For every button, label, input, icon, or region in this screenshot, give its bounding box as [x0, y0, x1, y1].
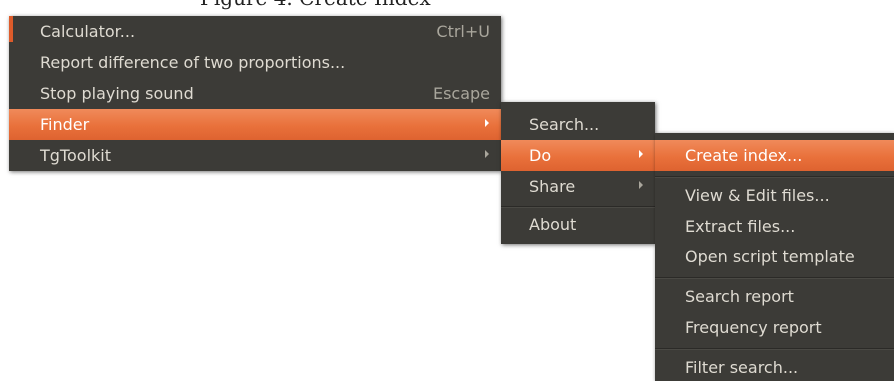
- menu-item-label: Create index...: [685, 146, 803, 165]
- menu-item-finder[interactable]: Finder: [9, 109, 501, 140]
- figure-caption: Figure 4. Create Index: [200, 0, 720, 10]
- menu-item-label: Open script template: [685, 247, 855, 266]
- menu-item-label: About: [529, 215, 577, 234]
- do-submenu: Create index... View & Edit files... Ext…: [655, 133, 894, 381]
- menu-item-label: Share: [529, 177, 576, 196]
- menu-item-filter-search[interactable]: Filter search...: [655, 352, 894, 381]
- menu-item-label: Extract files...: [685, 217, 796, 236]
- submenu-arrow-icon: [485, 150, 489, 158]
- submenu-arrow-icon: [639, 181, 643, 189]
- menu-item-view-edit-files[interactable]: View & Edit files...: [655, 180, 894, 211]
- menu-separator: [655, 176, 894, 178]
- submenu-arrow-icon: [639, 150, 643, 158]
- menu-item-search-report[interactable]: Search report: [655, 281, 894, 312]
- main-menu: Calculator... Ctrl+U Report difference o…: [9, 16, 501, 171]
- menu-item-report-difference[interactable]: Report difference of two proportions...: [9, 47, 501, 78]
- menu-item-label: Finder: [40, 115, 90, 134]
- menu-item-extract-files[interactable]: Extract files...: [655, 211, 894, 242]
- menu-item-label: Frequency report: [685, 318, 822, 337]
- menu-item-label: Report difference of two proportions...: [40, 53, 346, 72]
- menu-separator: [501, 206, 655, 208]
- menu-item-share[interactable]: Share: [501, 171, 655, 202]
- menu-item-label: Search report: [685, 287, 794, 306]
- menu-item-calculator[interactable]: Calculator... Ctrl+U: [9, 16, 501, 47]
- menu-item-open-script-template[interactable]: Open script template: [655, 241, 894, 272]
- menu-item-label: Stop playing sound: [40, 84, 194, 103]
- menu-item-label: TgToolkit: [40, 146, 111, 165]
- menu-item-stop-playing-sound[interactable]: Stop playing sound Escape: [9, 78, 501, 109]
- menu-item-shortcut: Escape: [432, 84, 490, 103]
- menu-item-about[interactable]: About: [501, 209, 655, 240]
- menu-item-create-index[interactable]: Create index...: [655, 140, 894, 171]
- menu-item-search[interactable]: Search...: [501, 109, 655, 140]
- submenu-arrow-icon: [485, 119, 489, 127]
- menu-item-frequency-report[interactable]: Frequency report: [655, 312, 894, 343]
- menu-item-label: Calculator...: [40, 22, 136, 41]
- menu-item-label: Do: [529, 146, 552, 165]
- menu-item-label: Search...: [529, 115, 600, 134]
- menu-separator: [655, 277, 894, 279]
- screenshot: Figure 4. Create Index Calculator... Ctr…: [0, 0, 894, 381]
- menu-separator: [655, 348, 894, 350]
- menu-item-shortcut: Ctrl+U: [436, 22, 490, 41]
- finder-submenu: Search... Do Share About: [501, 102, 655, 244]
- menu-item-label: View & Edit files...: [685, 186, 830, 205]
- menu-item-label: Filter search...: [685, 358, 799, 377]
- menu-item-tgtoolkit[interactable]: TgToolkit: [9, 140, 501, 171]
- menu-item-do[interactable]: Do: [501, 140, 655, 171]
